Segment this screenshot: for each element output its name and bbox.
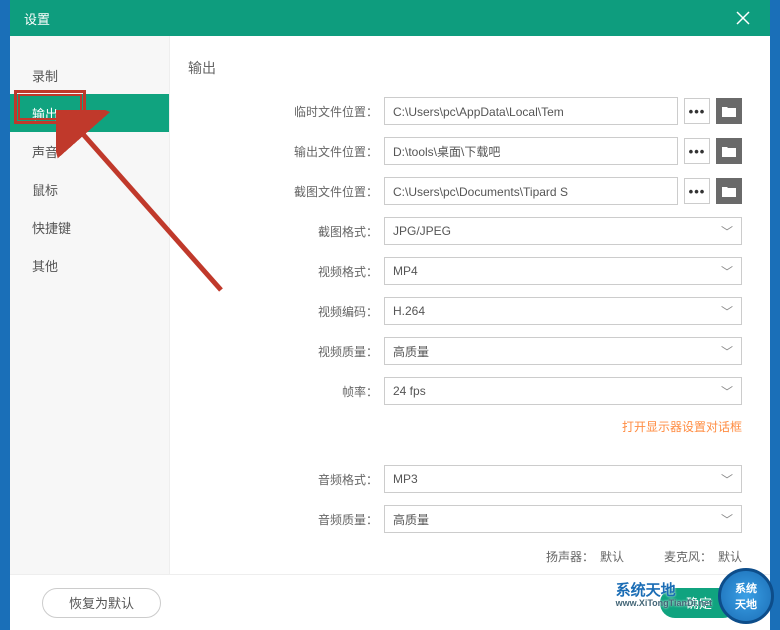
titlebar: 设置 bbox=[10, 0, 770, 36]
sidebar-item-record[interactable]: 录制 bbox=[10, 56, 169, 94]
sidebar-item-mouse[interactable]: 鼠标 bbox=[10, 170, 169, 208]
watermark-badge-icon: 系统天地 bbox=[718, 568, 774, 624]
row-video-quality: 视频质量： 高质量 ﹀ bbox=[188, 336, 742, 366]
sidebar-item-label: 鼠标 bbox=[32, 180, 58, 199]
close-button[interactable] bbox=[730, 5, 756, 31]
folder-icon bbox=[722, 186, 736, 197]
label-screenshot-format: 截图格式： bbox=[188, 223, 384, 240]
content-panel: 输出 临时文件位置： C:\Users\pc\AppData\Local\Tem… bbox=[170, 36, 770, 574]
row-audio-format: 音频格式： MP3 ﹀ bbox=[188, 464, 742, 494]
label-audio-quality: 音频质量： bbox=[188, 511, 384, 528]
select-value: 高质量 bbox=[393, 511, 429, 528]
temp-path-field[interactable]: C:\Users\pc\AppData\Local\Tem bbox=[384, 97, 678, 125]
video-quality-select[interactable]: 高质量 ﹀ bbox=[384, 337, 742, 365]
window-body: 录制 输出 声音 鼠标 快捷键 其他 输出 临时文件位置： C:\Users\p… bbox=[10, 36, 770, 574]
chevron-down-icon: ﹀ bbox=[721, 263, 733, 280]
sidebar-item-hotkey[interactable]: 快捷键 bbox=[10, 208, 169, 246]
row-video-codec: 视频编码： H.264 ﹀ bbox=[188, 296, 742, 326]
row-output-path: 输出文件位置： D:\tools\桌面\下载吧 ••• bbox=[188, 136, 742, 166]
ellipsis-icon: ••• bbox=[689, 104, 706, 119]
select-value: 高质量 bbox=[393, 343, 429, 360]
sidebar-item-label: 输出 bbox=[32, 104, 58, 123]
sidebar-item-other[interactable]: 其他 bbox=[10, 246, 169, 284]
sidebar: 录制 输出 声音 鼠标 快捷键 其他 bbox=[10, 36, 170, 574]
chevron-down-icon: ﹀ bbox=[721, 511, 733, 528]
folder-icon bbox=[722, 146, 736, 157]
close-icon bbox=[736, 11, 750, 25]
label-video-format: 视频格式： bbox=[188, 263, 384, 280]
window-title: 设置 bbox=[24, 9, 50, 28]
folder-icon bbox=[722, 106, 736, 117]
label-output-path: 输出文件位置： bbox=[188, 143, 384, 160]
watermark: 系统天地 www.XiTongTianDi.net 系统天地 bbox=[616, 568, 774, 624]
label-screenshot-path: 截图文件位置： bbox=[188, 183, 384, 200]
open-folder-button[interactable] bbox=[716, 138, 742, 164]
display-settings-link[interactable]: 打开显示器设置对话框 bbox=[622, 420, 742, 434]
browse-button[interactable]: ••• bbox=[684, 98, 710, 124]
video-format-select[interactable]: MP4 ﹀ bbox=[384, 257, 742, 285]
chevron-down-icon: ﹀ bbox=[721, 343, 733, 360]
audio-format-select[interactable]: MP3 ﹀ bbox=[384, 465, 742, 493]
chevron-down-icon: ﹀ bbox=[721, 471, 733, 488]
label-video-quality: 视频质量： bbox=[188, 343, 384, 360]
mic-info: 麦克风：默认 bbox=[664, 548, 742, 565]
select-value: H.264 bbox=[393, 304, 425, 318]
screenshot-path-field[interactable]: C:\Users\pc\Documents\Tipard S bbox=[384, 177, 678, 205]
chevron-down-icon: ﹀ bbox=[721, 303, 733, 320]
audio-quality-select[interactable]: 高质量 ﹀ bbox=[384, 505, 742, 533]
framerate-select[interactable]: 24 fps ﹀ bbox=[384, 377, 742, 405]
browse-button[interactable]: ••• bbox=[684, 178, 710, 204]
sidebar-item-label: 快捷键 bbox=[32, 218, 71, 237]
display-settings-link-row: 打开显示器设置对话框 bbox=[188, 418, 742, 436]
video-codec-select[interactable]: H.264 ﹀ bbox=[384, 297, 742, 325]
section-title-output: 输出 bbox=[188, 58, 742, 78]
row-video-format: 视频格式： MP4 ﹀ bbox=[188, 256, 742, 286]
row-framerate: 帧率： 24 fps ﹀ bbox=[188, 376, 742, 406]
open-folder-button[interactable] bbox=[716, 98, 742, 124]
audio-device-info: 扬声器：默认 麦克风：默认 bbox=[188, 548, 742, 565]
sidebar-item-label: 声音 bbox=[32, 142, 58, 161]
ellipsis-icon: ••• bbox=[689, 144, 706, 159]
ellipsis-icon: ••• bbox=[689, 184, 706, 199]
open-folder-button[interactable] bbox=[716, 178, 742, 204]
screenshot-format-select[interactable]: JPG/JPEG ﹀ bbox=[384, 217, 742, 245]
reset-defaults-button[interactable]: 恢复为默认 bbox=[42, 588, 161, 618]
speaker-info: 扬声器：默认 bbox=[546, 548, 624, 565]
select-value: JPG/JPEG bbox=[393, 224, 451, 238]
browse-button[interactable]: ••• bbox=[684, 138, 710, 164]
output-path-field[interactable]: D:\tools\桌面\下载吧 bbox=[384, 137, 678, 165]
chevron-down-icon: ﹀ bbox=[721, 383, 733, 400]
row-screenshot-path: 截图文件位置： C:\Users\pc\Documents\Tipard S •… bbox=[188, 176, 742, 206]
chevron-down-icon: ﹀ bbox=[721, 223, 733, 240]
sidebar-item-sound[interactable]: 声音 bbox=[10, 132, 169, 170]
sidebar-item-output[interactable]: 输出 bbox=[10, 94, 169, 132]
row-audio-quality: 音频质量： 高质量 ﹀ bbox=[188, 504, 742, 534]
select-value: 24 fps bbox=[393, 384, 426, 398]
watermark-text: 系统天地 www.XiTongTianDi.net bbox=[616, 583, 712, 609]
row-temp-path: 临时文件位置： C:\Users\pc\AppData\Local\Tem ••… bbox=[188, 96, 742, 126]
label-framerate: 帧率： bbox=[188, 383, 384, 400]
row-screenshot-format: 截图格式： JPG/JPEG ﹀ bbox=[188, 216, 742, 246]
settings-window: 设置 录制 输出 声音 鼠标 快捷键 其他 输出 临时文件位置： C:\User… bbox=[10, 0, 770, 630]
select-value: MP4 bbox=[393, 264, 418, 278]
select-value: MP3 bbox=[393, 472, 418, 486]
sidebar-item-label: 录制 bbox=[32, 66, 58, 85]
sidebar-item-label: 其他 bbox=[32, 256, 58, 275]
label-audio-format: 音频格式： bbox=[188, 471, 384, 488]
label-temp-path: 临时文件位置： bbox=[188, 103, 384, 120]
label-video-codec: 视频编码： bbox=[188, 303, 384, 320]
